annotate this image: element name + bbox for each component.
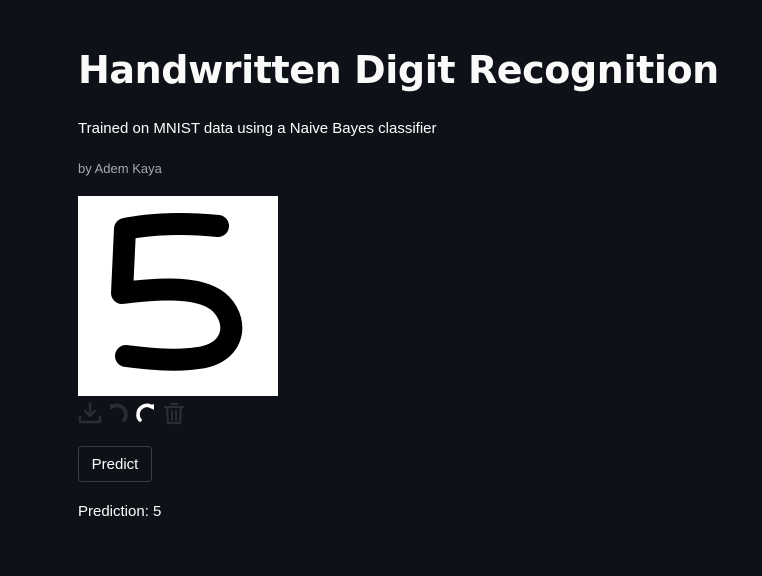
canvas-toolbar xyxy=(78,400,186,426)
subtitle: Trained on MNIST data using a Naive Baye… xyxy=(78,120,437,137)
redo-icon[interactable] xyxy=(134,401,158,425)
author-byline: by Adem Kaya xyxy=(78,161,162,176)
prediction-result: Prediction: 5 xyxy=(78,503,162,520)
app-container: Handwritten Digit Recognition Trained on… xyxy=(0,0,762,576)
page-title: Handwritten Digit Recognition xyxy=(78,48,719,92)
trash-icon[interactable] xyxy=(162,401,186,425)
drawing-canvas[interactable] xyxy=(78,196,278,396)
predict-button[interactable]: Predict xyxy=(78,446,152,482)
drawn-digit-stroke xyxy=(111,213,243,371)
undo-icon[interactable] xyxy=(106,401,130,425)
download-icon[interactable] xyxy=(78,401,102,425)
